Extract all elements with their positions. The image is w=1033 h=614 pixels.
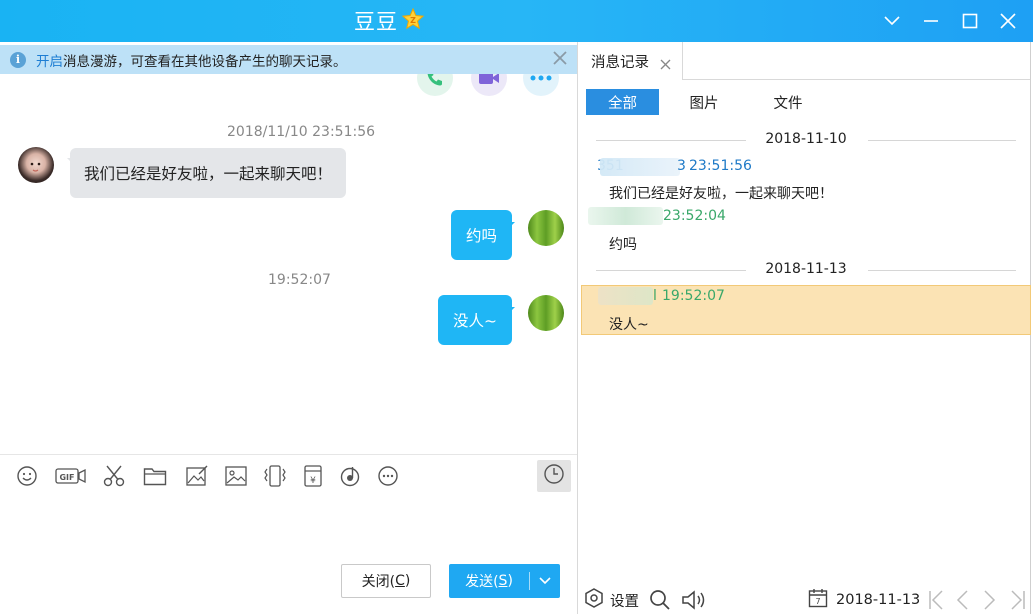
emoji-icon[interactable] [13, 462, 41, 490]
speaker-icon[interactable] [681, 588, 709, 612]
date-label: 2018-11-13 [765, 261, 847, 277]
self-avatar[interactable] [528, 295, 564, 331]
close-button-shortcut: C [395, 573, 405, 589]
record-time: 19:52:07 [662, 288, 725, 304]
more-circle-icon[interactable] [374, 462, 402, 490]
svg-text:Z: Z [410, 16, 416, 25]
message-text: 没人~ [453, 312, 497, 330]
tab-baseline [683, 79, 1033, 80]
record-sender-suffix: 3 [677, 158, 686, 174]
video-icon[interactable] [471, 74, 507, 96]
date-separator: 2018-11-13 [596, 261, 1016, 279]
more-icon[interactable] [523, 74, 559, 96]
svg-text:GIF: GIF [59, 473, 74, 482]
contact-avatar[interactable] [18, 147, 54, 183]
record-time: 23:51:56 [689, 158, 752, 174]
send-button-label-tail: ) [507, 573, 513, 589]
star-badge-icon: Z [401, 7, 425, 34]
chat-message-area[interactable]: 2018/11/10 23:51:56 我们已经是好友啦，一起来聊天吧！ 约吗 … [0, 74, 577, 454]
window-title-group: 豆豆 Z [354, 6, 425, 36]
close-icon[interactable] [551, 49, 569, 67]
settings-hex-icon [584, 588, 604, 612]
screenshot-scissors-icon[interactable] [100, 462, 128, 490]
settings-button[interactable]: 设置 [584, 588, 639, 612]
info-icon: i [10, 51, 26, 68]
message-text: 我们已经是好友啦，一起来聊天吧！ [84, 165, 333, 183]
folder-icon[interactable] [141, 462, 169, 490]
record-text[interactable]: 我们已经是好友啦，一起来聊天吧！ [609, 183, 833, 203]
filter-files[interactable]: 文件 [757, 89, 819, 115]
chevron-down-icon[interactable] [879, 8, 905, 34]
settings-label: 设置 [610, 593, 639, 610]
date-label: 2018-11-10 [765, 131, 847, 147]
date-picker[interactable]: 7 2018-11-13 [808, 588, 920, 612]
calendar-icon: 7 [808, 588, 828, 612]
message-timestamp: 2018/11/10 23:51:56 [227, 124, 376, 140]
record-sender-suffix: l [653, 288, 657, 304]
date-separator: 2018-11-10 [596, 131, 1016, 149]
record-text[interactable]: 约吗 [609, 234, 637, 254]
image-edit-icon[interactable] [183, 462, 211, 490]
toolbar-divider [0, 454, 577, 455]
close-icon[interactable] [995, 8, 1021, 34]
close-button-label-tail: ) [404, 573, 411, 589]
blurred-sender-name [598, 287, 653, 305]
self-avatar[interactable] [528, 210, 564, 246]
minimize-icon[interactable] [918, 8, 944, 34]
blurred-sender-name [588, 207, 663, 225]
date-separator-line [868, 140, 1016, 141]
filter-all[interactable]: 全部 [586, 89, 659, 115]
svg-text:¥: ¥ [310, 476, 316, 486]
last-page-icon[interactable] [1009, 588, 1027, 612]
send-button-label: 发送( [465, 574, 499, 590]
message-history-button[interactable] [537, 460, 571, 492]
svg-text:7: 7 [815, 597, 820, 606]
record-time: 23:52:04 [663, 208, 726, 224]
picture-icon[interactable] [222, 462, 250, 490]
vibrate-icon[interactable] [261, 462, 289, 490]
enable-roaming-link[interactable]: 开启 [36, 50, 63, 70]
clock-icon [543, 463, 565, 489]
search-icon[interactable] [649, 588, 671, 612]
title-bar: 豆豆 Z [0, 0, 1033, 42]
current-date: 2018-11-13 [836, 592, 921, 608]
gif-icon[interactable]: GIF [55, 462, 87, 490]
filter-images[interactable]: 图片 [672, 89, 736, 115]
message-input-area[interactable] [0, 496, 577, 556]
maximize-icon[interactable] [957, 8, 983, 34]
send-button[interactable]: 发送(S) [449, 564, 560, 598]
notice-text: 消息漫游，可查看在其他设备产生的聊天记录。 [63, 53, 347, 70]
message-timestamp: 19:52:07 [268, 272, 331, 288]
next-page-icon[interactable] [982, 588, 998, 612]
outgoing-message-bubble[interactable]: 没人~ [438, 295, 515, 345]
window-title: 豆豆 [354, 10, 398, 34]
outgoing-message-bubble[interactable]: 约吗 [451, 210, 516, 260]
red-packet-icon[interactable]: ¥ [299, 462, 327, 490]
close-button[interactable]: 关闭(C) [341, 564, 431, 598]
phone-icon[interactable] [417, 74, 453, 96]
music-icon[interactable] [336, 462, 364, 490]
send-button-shortcut: S [498, 573, 508, 589]
blurred-sender-name [600, 158, 680, 176]
close-icon[interactable] [660, 58, 671, 70]
roaming-notice-bar: i 开启 消息漫游，可查看在其他设备产生的聊天记录。 [0, 45, 577, 74]
previous-page-icon[interactable] [954, 588, 970, 612]
date-separator-line [868, 270, 1016, 271]
tab-label: 消息记录 [591, 54, 649, 71]
incoming-message-bubble[interactable]: 我们已经是好友啦，一起来聊天吧！ [66, 148, 347, 198]
first-page-icon[interactable] [927, 588, 945, 612]
chevron-down-icon [539, 573, 551, 589]
record-text[interactable]: 没人~ [609, 314, 649, 334]
message-text: 约吗 [466, 227, 498, 245]
send-options-dropdown[interactable] [530, 564, 560, 598]
panel-divider [577, 42, 578, 614]
close-button-label: 关闭( [361, 574, 396, 590]
